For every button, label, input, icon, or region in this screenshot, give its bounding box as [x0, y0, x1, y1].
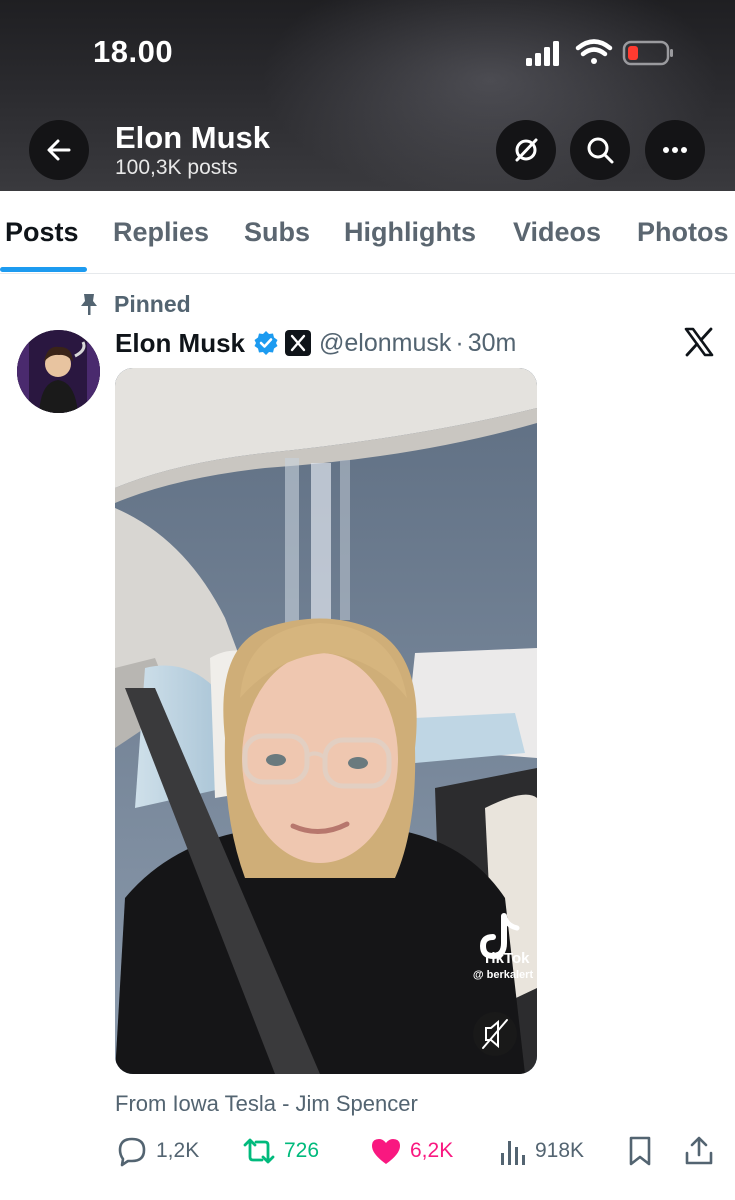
repost-count: 726: [284, 1139, 320, 1162]
more-icon: [663, 147, 687, 153]
heart-icon: [372, 1139, 400, 1164]
reply-icon: [118, 1137, 146, 1167]
x-affiliate-badge-icon: [285, 330, 312, 356]
reply-count: 1,2K: [156, 1139, 200, 1162]
bookmark-icon: [629, 1136, 651, 1166]
pinned-indicator: Pinned: [78, 289, 191, 319]
tab-highlights[interactable]: Highlights: [344, 217, 476, 248]
mute-button[interactable]: [473, 1012, 517, 1056]
wifi-icon: [575, 39, 613, 64]
search-icon: [587, 137, 614, 164]
pinned-label: Pinned: [114, 290, 191, 317]
tab-videos[interactable]: Videos: [513, 217, 601, 248]
like-count: 6,2K: [410, 1139, 454, 1162]
post-time[interactable]: 30m: [468, 329, 517, 358]
tab-posts[interactable]: Posts: [5, 217, 79, 248]
grok-button[interactable]: [496, 120, 556, 180]
post-author-row: Elon Musk @elonmusk · 30m: [115, 326, 516, 360]
post-actions: 1,2K 726 6,2K 918K: [0, 1133, 735, 1173]
grok-icon: [515, 138, 538, 162]
battery-icon: [622, 40, 673, 66]
signal-icon: [526, 41, 559, 66]
profile-name: Elon Musk: [115, 120, 271, 155]
back-arrow-icon: [47, 139, 71, 161]
view-count: 918K: [535, 1139, 585, 1162]
author-name[interactable]: Elon Musk: [115, 328, 245, 359]
share-button[interactable]: [684, 1133, 722, 1169]
repost-button[interactable]: 726: [242, 1133, 319, 1169]
separator-dot: ·: [455, 328, 464, 357]
status-time: 18.00: [93, 34, 174, 69]
more-button[interactable]: [645, 120, 705, 180]
like-button[interactable]: 6,2K: [370, 1133, 453, 1169]
post-video[interactable]: TikTok @ berkalert: [115, 368, 537, 1074]
repost-icon: [243, 1138, 275, 1164]
pin-icon: [81, 294, 97, 315]
avatar[interactable]: [17, 330, 100, 413]
post-count: 100,3K posts: [115, 156, 238, 179]
video-caption: From Iowa Tesla - Jim Spencer: [115, 1091, 418, 1116]
tiktok-handle: @ berkalert: [473, 969, 534, 981]
views-chart-icon: [501, 1141, 525, 1165]
profile-header: 18.00 Elon Musk 100,3K posts: [0, 0, 735, 191]
status-icons: [526, 38, 676, 75]
tab-subs[interactable]: Subs: [244, 217, 310, 248]
active-tab-indicator: [0, 267, 87, 272]
back-button[interactable]: [29, 120, 89, 180]
share-icon: [685, 1136, 713, 1165]
tab-photos[interactable]: Photos: [637, 217, 729, 248]
tiktok-watermark: TikTok: [483, 950, 531, 967]
bookmark-button[interactable]: [626, 1133, 662, 1169]
tab-replies[interactable]: Replies: [113, 217, 209, 248]
verified-badge-icon: [254, 331, 278, 355]
x-logo-icon: [683, 326, 715, 363]
views-button[interactable]: 918K: [499, 1133, 584, 1169]
reply-button[interactable]: 1,2K: [116, 1133, 199, 1169]
profile-tabs: Posts Replies Subs Highlights Videos Pho…: [0, 191, 735, 274]
search-button[interactable]: [570, 120, 630, 180]
author-handle[interactable]: @elonmusk: [319, 329, 451, 358]
